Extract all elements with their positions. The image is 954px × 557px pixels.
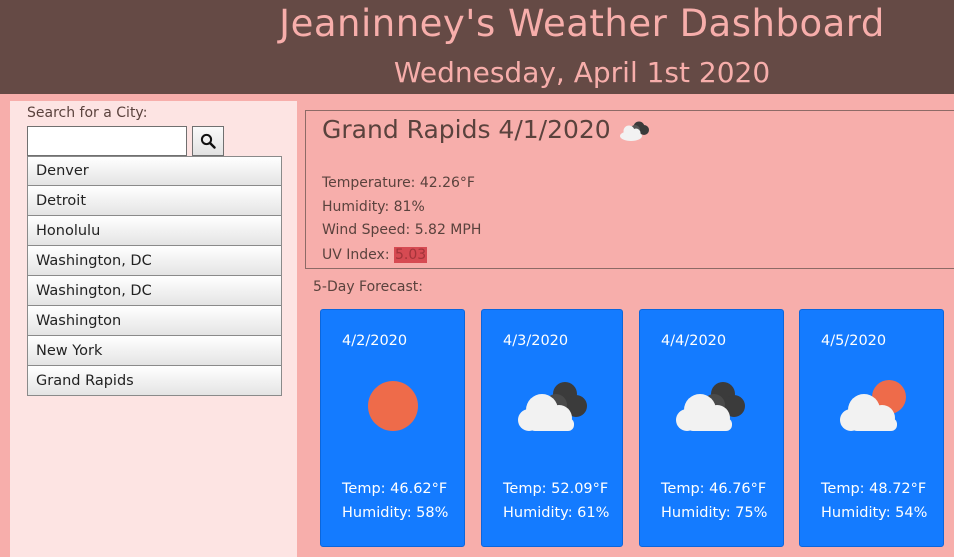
city-button-new-york[interactable]: New York <box>27 336 282 366</box>
current-city-date: Grand Rapids 4/1/2020 <box>322 115 611 144</box>
forecast-humidity: Humidity: 58% <box>342 505 449 521</box>
search-icon <box>200 133 216 149</box>
city-button-denver[interactable]: Denver <box>27 156 282 186</box>
search-input[interactable] <box>27 126 187 156</box>
city-button-washington-dc-2[interactable]: Washington, DC <box>27 276 282 306</box>
search-button[interactable] <box>192 126 224 156</box>
current-date: Wednesday, April 1st 2020 <box>393 56 771 89</box>
forecast-label: 5-Day Forecast: <box>313 279 424 295</box>
forecast-date: 4/4/2020 <box>661 333 727 349</box>
search-label: Search for a City: <box>27 105 148 121</box>
current-temperature: Temperature: 42.26°F <box>322 175 475 191</box>
uv-label: UV Index: <box>322 247 394 263</box>
current-uv-index: UV Index: 5.03 <box>322 247 428 263</box>
city-button-grand-rapids[interactable]: Grand Rapids <box>27 366 282 396</box>
forecast-humidity: Humidity: 54% <box>821 505 928 521</box>
city-button-detroit[interactable]: Detroit <box>27 186 282 216</box>
forecast-date: 4/2/2020 <box>342 333 408 349</box>
forecast-humidity: Humidity: 75% <box>661 505 768 521</box>
cloud-dark-icon <box>676 382 745 431</box>
city-button-washington-dc[interactable]: Washington, DC <box>27 246 282 276</box>
forecast-date: 4/3/2020 <box>503 333 569 349</box>
city-button-honolulu[interactable]: Honolulu <box>27 216 282 246</box>
partly-cloudy-icon <box>840 380 906 431</box>
forecast-temp: Temp: 46.76°F <box>661 481 767 497</box>
cloud-dark-icon <box>518 382 587 431</box>
forecast-date: 4/5/2020 <box>821 333 887 349</box>
forecast-card: 4/5/2020 Temp: 48.72°F Humidity: 54% <box>799 309 944 547</box>
sidebar: Search for a City: Denver Detroit Honolu… <box>10 101 297 557</box>
forecast-temp: Temp: 48.72°F <box>821 481 927 497</box>
forecast-humidity: Humidity: 61% <box>503 505 610 521</box>
current-city-title: Grand Rapids 4/1/2020 <box>322 115 653 144</box>
forecast-temp: Temp: 52.09°F <box>503 481 609 497</box>
current-weather-panel: Grand Rapids 4/1/2020 Temperature: 42.26… <box>305 110 954 269</box>
page-title: Jeaninney's Weather Dashboard <box>279 2 885 45</box>
forecast-temp: Temp: 46.62°F <box>342 481 448 497</box>
forecast-card: 4/2/2020 Temp: 46.62°F Humidity: 58% <box>320 309 465 547</box>
cloud-dark-icon <box>619 121 649 141</box>
sun-icon <box>368 381 418 431</box>
city-history-list: Denver Detroit Honolulu Washington, DC W… <box>27 156 282 396</box>
uv-badge: 5.03 <box>393 247 428 263</box>
current-humidity: Humidity: 81% <box>322 199 425 215</box>
forecast-card: 4/3/2020 Temp: 52.09°F Humidity: 61% <box>481 309 623 547</box>
forecast-card: 4/4/2020 Temp: 46.76°F Humidity: 75% <box>639 309 784 547</box>
city-button-washington[interactable]: Washington <box>27 306 282 336</box>
current-wind-speed: Wind Speed: 5.82 MPH <box>322 222 482 238</box>
header: Jeaninney's Weather Dashboard Wednesday,… <box>0 0 954 94</box>
